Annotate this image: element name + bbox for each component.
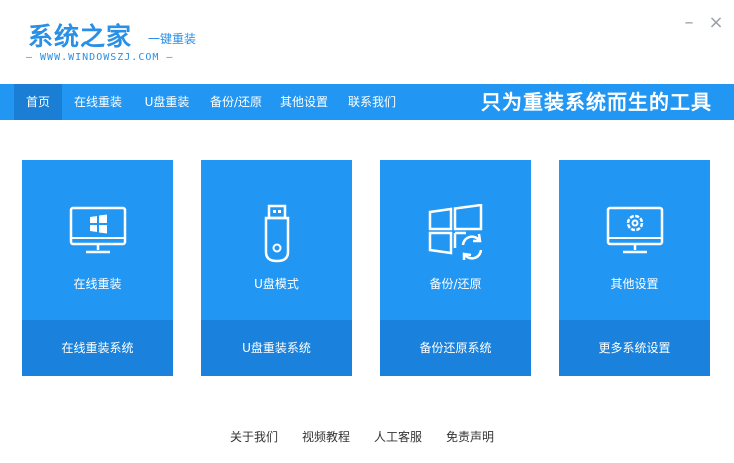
nav-item-contact[interactable]: 联系我们 xyxy=(340,84,404,120)
nav-item-online-reinstall[interactable]: 在线重装 xyxy=(66,84,130,120)
nav-item-backup-restore[interactable]: 备份/还原 xyxy=(202,84,270,120)
usb-drive-icon xyxy=(201,204,352,264)
card-label: 备份/还原 xyxy=(429,277,482,291)
slogan: 只为重装系统而生的工具 xyxy=(481,90,712,114)
windows-restore-icon xyxy=(380,204,531,264)
card-label: U盘模式 xyxy=(254,277,299,291)
card-top[interactable]: 其他设置 xyxy=(559,160,710,320)
minimize-button[interactable]: – xyxy=(680,14,698,32)
logo-subtitle: 一键重装 xyxy=(148,32,197,46)
card-top[interactable]: U盘模式 xyxy=(201,160,352,320)
card-usb-mode[interactable]: U盘模式 U盘重装系统 xyxy=(201,160,352,376)
nav-item-other-settings[interactable]: 其他设置 xyxy=(274,84,334,120)
footer-link-disclaimer[interactable]: 免责声明 xyxy=(446,428,494,445)
card-action-usb-reinstall[interactable]: U盘重装系统 xyxy=(201,320,352,376)
card-action-more-settings[interactable]: 更多系统设置 xyxy=(559,320,710,376)
monitor-gear-icon xyxy=(559,204,710,264)
card-top[interactable]: 在线重装 xyxy=(22,160,173,320)
nav-item-home[interactable]: 首页 xyxy=(14,84,62,120)
card-action-online-reinstall[interactable]: 在线重装系统 xyxy=(22,320,173,376)
monitor-windows-icon xyxy=(22,204,173,264)
nav-item-usb-reinstall[interactable]: U盘重装 xyxy=(136,84,198,120)
card-label: 在线重装 xyxy=(73,277,122,291)
card-online-reinstall[interactable]: 在线重装 在线重装系统 xyxy=(22,160,173,376)
card-backup-restore[interactable]: 备份/还原 备份还原系统 xyxy=(380,160,531,376)
card-top[interactable]: 备份/还原 xyxy=(380,160,531,320)
close-button[interactable]: × xyxy=(707,14,725,32)
logo-url: — WWW.WINDOWSZJ.COM — xyxy=(26,52,174,63)
card-label: 其他设置 xyxy=(610,277,659,291)
title-bar: 系统之家 一键重装 — WWW.WINDOWSZJ.COM — – × xyxy=(0,0,734,84)
nav-bar: 首页 在线重装 U盘重装 备份/还原 其他设置 联系我们 只为重装系统而生的工具 xyxy=(0,84,734,120)
card-action-backup-restore[interactable]: 备份还原系统 xyxy=(380,320,531,376)
footer-link-video-tutorial[interactable]: 视频教程 xyxy=(302,428,350,445)
card-other-settings[interactable]: 其他设置 更多系统设置 xyxy=(559,160,710,376)
logo-title: 系统之家 xyxy=(28,22,133,51)
footer-link-about[interactable]: 关于我们 xyxy=(230,428,278,445)
footer-link-support[interactable]: 人工客服 xyxy=(374,428,422,445)
